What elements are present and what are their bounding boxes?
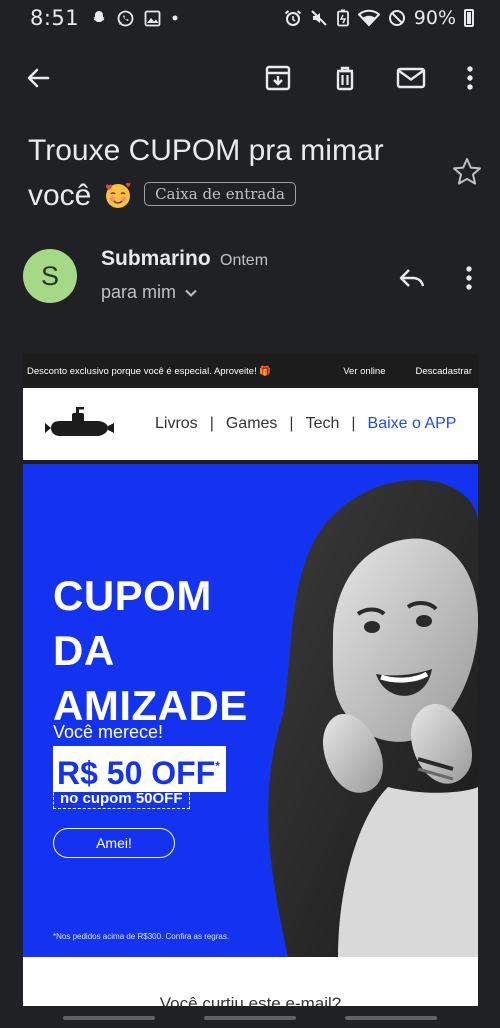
- more-vert-icon[interactable]: [458, 62, 482, 94]
- submarino-logo[interactable]: [45, 404, 115, 444]
- archive-icon[interactable]: [262, 62, 294, 94]
- battery-saver-icon: [336, 9, 349, 27]
- status-time: 8:51: [30, 6, 80, 30]
- email-body: Desconto exclusivo porque você é especia…: [23, 354, 478, 1014]
- dnd-icon: [388, 10, 405, 26]
- promo-subtitle: Você merece!: [53, 722, 164, 742]
- smiling-face-with-hearts-icon: [105, 182, 131, 208]
- avatar[interactable]: S: [23, 249, 77, 303]
- amei-button[interactable]: Amei!: [53, 828, 175, 858]
- status-bar: 8:51 90%: [0, 0, 500, 36]
- back-arrow-icon[interactable]: [22, 62, 54, 94]
- coupon-code: no cupom 50OFF: [53, 788, 190, 809]
- preheader-text: Desconto exclusivo porque você é especia…: [27, 365, 272, 377]
- email-subject: Trouxe CUPOM pra mimar você Caixa de ent…: [28, 128, 448, 218]
- chevron-down-icon: [185, 289, 197, 297]
- excited-woman-photo: [268, 479, 478, 957]
- nav-livros[interactable]: Livros: [155, 415, 198, 433]
- subject-line-2: você: [28, 179, 92, 212]
- sender-more-icon[interactable]: [456, 262, 482, 294]
- discount-amount-text: R$ 50 OFF: [57, 755, 216, 791]
- nav-tech[interactable]: Tech: [306, 415, 340, 433]
- mark-unread-icon[interactable]: [395, 62, 427, 94]
- promo-banner[interactable]: CUPOM DA AMIZADE Você merece! R$ 50 OFF*…: [23, 464, 478, 957]
- app-bar: [0, 50, 500, 106]
- mute-icon: [311, 10, 327, 26]
- delete-icon[interactable]: [329, 62, 361, 94]
- nav-home-button[interactable]: [204, 1016, 296, 1020]
- sender-time: Ontem: [220, 252, 269, 269]
- inbox-label-chip[interactable]: Caixa de entrada: [144, 182, 296, 206]
- discount-footnote-mark: *: [215, 759, 220, 773]
- promo-headline-line2: DA: [53, 627, 115, 674]
- nav-games[interactable]: Games: [226, 415, 278, 433]
- promo-footnote: *Nos pedidos acima de R$300. Confira as …: [53, 932, 230, 941]
- nav-recents-button[interactable]: [63, 1016, 155, 1020]
- nav-download-app[interactable]: Baixe o APP: [368, 415, 457, 433]
- nav-separator: |: [209, 415, 214, 432]
- promo-headline-line1: CUPOM: [53, 572, 212, 619]
- nav-separator: |: [351, 415, 356, 432]
- snapchat-icon: [93, 11, 105, 22]
- dot-icon: [172, 15, 178, 21]
- nav-back-button[interactable]: [345, 1016, 437, 1020]
- nav-separator: |: [289, 415, 294, 432]
- battery-icon: [464, 9, 474, 27]
- subject-line-1: Trouxe CUPOM pra mimar: [28, 134, 384, 167]
- wifi-icon: [357, 9, 380, 27]
- preheader: Desconto exclusivo porque você é especia…: [23, 354, 478, 388]
- reply-icon[interactable]: [396, 262, 428, 294]
- unsubscribe-link[interactable]: Descadastrar: [416, 366, 473, 377]
- alarm-icon: [284, 10, 301, 26]
- view-online-link[interactable]: Ver online: [343, 366, 385, 377]
- discount-amount: R$ 50 OFF*: [53, 746, 226, 792]
- email-nav: Livros | Games | Tech | Baixe o APP: [23, 388, 478, 464]
- battery-percent: 90%: [413, 7, 456, 29]
- promo-headline: CUPOM DA AMIZADE: [53, 568, 248, 733]
- sender-name: Submarino: [101, 247, 211, 270]
- gallery-icon: [144, 10, 161, 26]
- star-icon[interactable]: [450, 155, 484, 189]
- system-nav-bar: [0, 1006, 500, 1028]
- recipient-label: para mim: [101, 282, 177, 302]
- whatsapp-icon: [117, 10, 134, 26]
- recipient-toggle[interactable]: para mim: [101, 282, 198, 303]
